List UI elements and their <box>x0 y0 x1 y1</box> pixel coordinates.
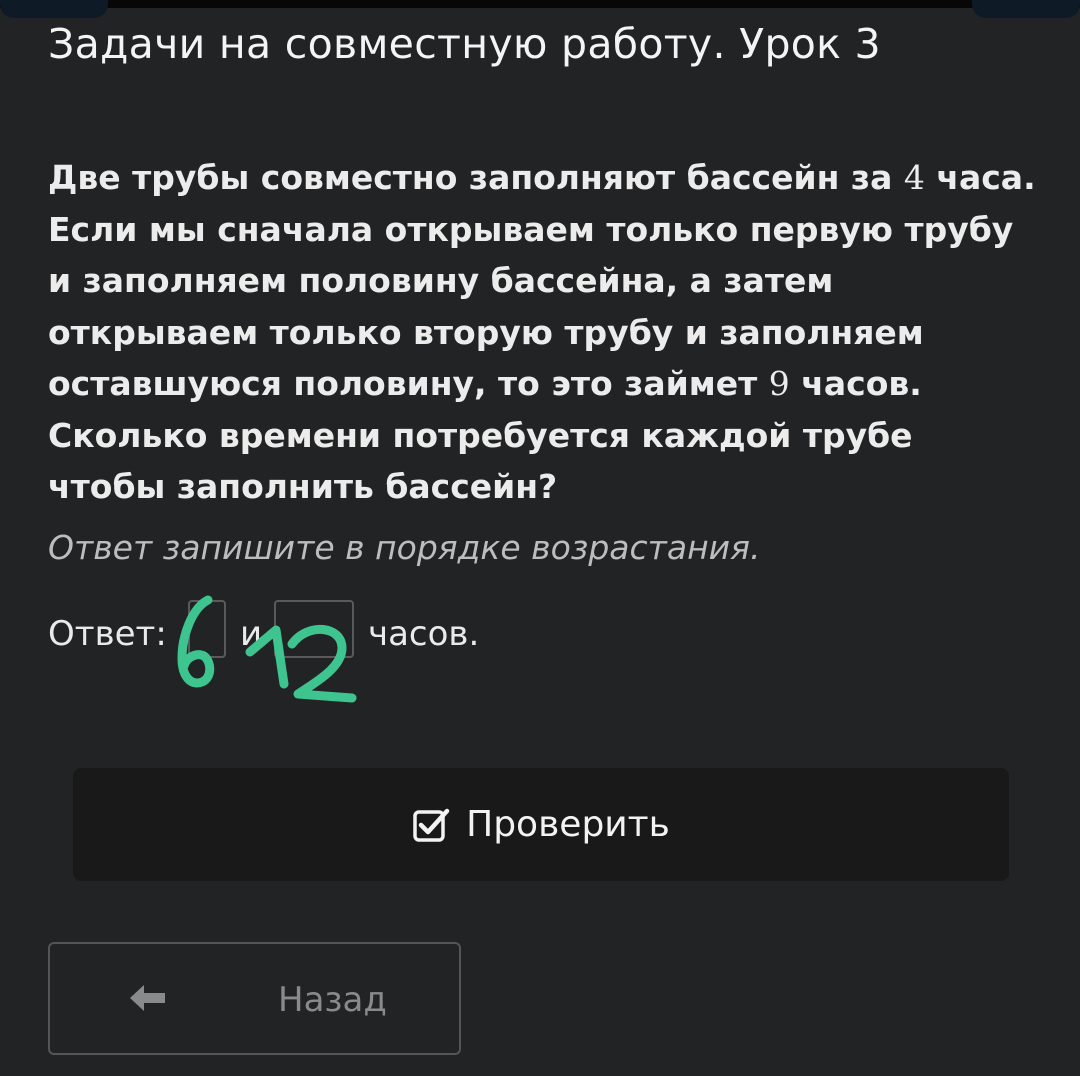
arrow-left-icon <box>130 985 165 1011</box>
answer-label: Ответ: <box>48 614 167 654</box>
question-part-1: Две трубы совместно заполняют бассейн за <box>48 158 904 197</box>
back-button[interactable]: Назад <box>48 942 461 1055</box>
handwritten-text-2: 12 <box>170 586 172 587</box>
question-text: Две трубы совместно заполняют бассейн за… <box>48 152 1038 513</box>
check-button-label: Проверить <box>466 804 670 845</box>
status-bar-left-edge <box>0 0 108 18</box>
question-number-hours-together: 4 <box>903 158 925 197</box>
answer-input-2[interactable] <box>274 600 354 658</box>
back-button-label: Назад <box>278 980 387 1020</box>
answer-row: Ответ: и часов. <box>48 600 748 664</box>
page-title: Задачи на совместную работу. Урок 3 <box>48 20 881 68</box>
status-bar <box>0 0 1080 18</box>
status-bar-right-edge <box>972 0 1080 18</box>
answer-hint: Ответ запишите в порядке возрастания. <box>48 528 761 567</box>
answer-input-1[interactable] <box>188 600 226 658</box>
checkbox-check-icon <box>413 808 450 842</box>
check-button[interactable]: Проверить <box>73 768 1009 881</box>
answer-conjunction: и <box>240 614 263 654</box>
handwritten-text-1: 6 <box>170 586 171 587</box>
question-number-hours-sequential: 9 <box>768 364 790 403</box>
answer-units: часов. <box>368 614 480 654</box>
